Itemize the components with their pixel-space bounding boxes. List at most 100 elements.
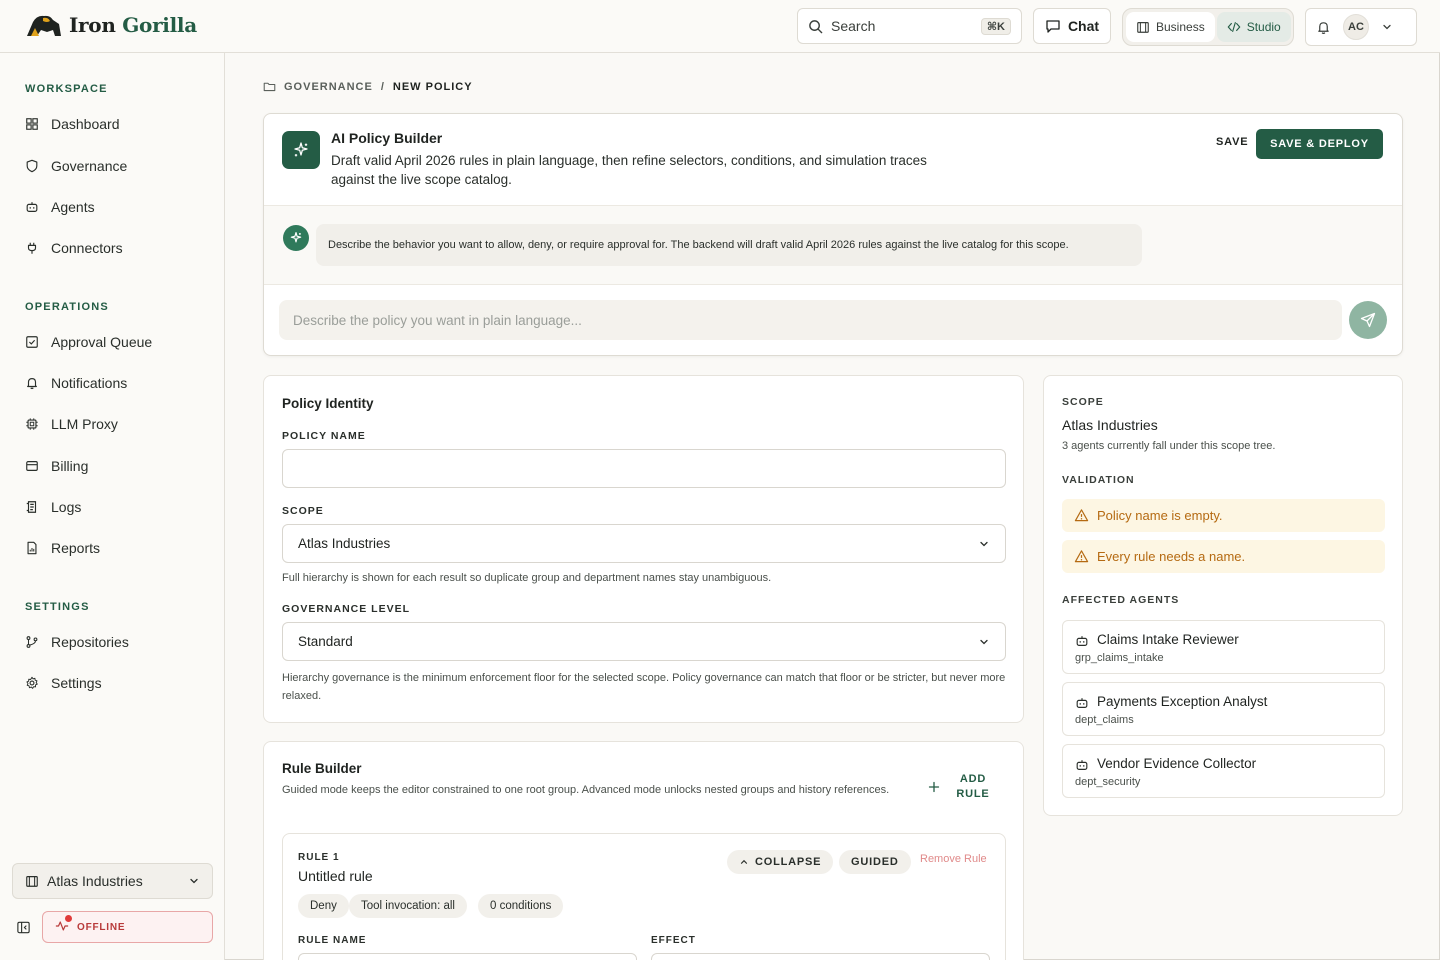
sidebar-item-connectors[interactable]: Connectors bbox=[25, 238, 123, 258]
selector-pill: Tool invocation: all bbox=[349, 894, 467, 918]
agent-id: dept_security bbox=[1075, 776, 1141, 788]
scope-heading: SCOPE bbox=[1062, 396, 1104, 408]
sidebar-item-billing[interactable]: Billing bbox=[25, 456, 88, 476]
builder-conversation: Describe the behavior you want to allow,… bbox=[264, 206, 1402, 285]
remove-rule-button[interactable]: Remove Rule bbox=[920, 853, 987, 865]
agent-id: dept_claims bbox=[1075, 714, 1134, 726]
add-rule-button[interactable]: ADD RULE bbox=[928, 772, 990, 802]
sidebar-item-approval-queue[interactable]: Approval Queue bbox=[25, 332, 152, 352]
add-rule-label: ADD RULE bbox=[956, 773, 990, 800]
agent-list-item[interactable]: Claims Intake Reviewer grp_claims_intake bbox=[1062, 620, 1385, 674]
breadcrumb-separator: / bbox=[380, 80, 385, 93]
brand-name: Iron Gorilla bbox=[69, 13, 197, 37]
breadcrumb: GOVERNANCE / NEW POLICY bbox=[263, 80, 473, 93]
save-deploy-button[interactable]: SAVE & DEPLOY bbox=[1256, 129, 1383, 159]
builder-description: Draft valid April 2026 rules in plain la… bbox=[331, 153, 927, 187]
avatar[interactable]: AC bbox=[1343, 14, 1369, 40]
mode-business-option[interactable]: Business bbox=[1126, 12, 1215, 42]
scope-help: Full hierarchy is shown for each result … bbox=[282, 572, 772, 584]
chat-label: Chat bbox=[1067, 18, 1100, 34]
sidebar-collapse-icon[interactable] bbox=[16, 920, 31, 935]
sidebar-item-label: Reports bbox=[51, 540, 101, 556]
gorilla-icon bbox=[27, 15, 61, 37]
sidebar-item-label: Dashboard bbox=[51, 116, 120, 132]
affected-agents-heading: AFFECTED AGENTS bbox=[1062, 594, 1180, 606]
sparkle-icon bbox=[283, 225, 309, 251]
check-square-icon bbox=[26, 336, 38, 348]
builder-header: AI Policy Builder Draft valid April 2026… bbox=[264, 114, 1402, 206]
wallet-icon bbox=[26, 461, 38, 471]
status-label: OFFLINE bbox=[77, 921, 126, 933]
bell-icon bbox=[27, 378, 37, 390]
user-menu[interactable]: AC bbox=[1305, 8, 1417, 46]
sidebar-item-repositories[interactable]: Repositories bbox=[25, 632, 129, 652]
sidebar-item-reports[interactable]: Reports bbox=[25, 538, 100, 558]
agent-name: Claims Intake Reviewer bbox=[1097, 632, 1239, 647]
shield-icon bbox=[26, 159, 38, 173]
connection-status-badge[interactable]: OFFLINE bbox=[42, 911, 213, 943]
sidebar-item-llm-proxy[interactable]: LLM Proxy bbox=[25, 414, 118, 434]
send-button[interactable] bbox=[1349, 301, 1387, 339]
chevron-down-icon bbox=[190, 878, 198, 884]
bot-icon bbox=[26, 202, 38, 212]
sidebar-item-label: Logs bbox=[51, 499, 82, 515]
brand-logo[interactable]: Iron Gorilla bbox=[25, 12, 197, 38]
dashboard-icon bbox=[26, 118, 38, 130]
sidebar-item-settings[interactable]: Settings bbox=[25, 673, 102, 693]
scope-name: Atlas Industries bbox=[1062, 417, 1158, 433]
effect-select[interactable] bbox=[651, 953, 990, 960]
effect-label: EFFECT bbox=[651, 935, 696, 946]
bell-icon[interactable] bbox=[1316, 20, 1331, 35]
sidebar-item-label: Settings bbox=[51, 675, 102, 691]
send-icon bbox=[1360, 312, 1376, 328]
warning-icon bbox=[1074, 550, 1089, 563]
section-title: Rule Builder bbox=[282, 761, 362, 776]
sidebar-item-agents[interactable]: Agents bbox=[25, 197, 95, 217]
effect-pill: Deny bbox=[298, 894, 349, 918]
sparkle-icon bbox=[282, 131, 320, 169]
sidebar-item-label: LLM Proxy bbox=[51, 416, 118, 432]
breadcrumb-governance[interactable]: GOVERNANCE bbox=[284, 81, 373, 93]
folder-icon bbox=[263, 82, 276, 92]
sidebar-section-settings: SETTINGS bbox=[25, 601, 90, 613]
agent-list-item[interactable]: Payments Exception Analyst dept_claims bbox=[1062, 682, 1385, 736]
rule-builder-card: Rule Builder Guided mode keeps the edito… bbox=[263, 741, 1024, 960]
scope-label: SCOPE bbox=[282, 505, 324, 517]
org-switcher[interactable]: Atlas Industries bbox=[12, 863, 213, 899]
sidebar-item-logs[interactable]: Logs bbox=[25, 497, 81, 517]
sidebar-section-workspace: WORKSPACE bbox=[25, 83, 108, 95]
mode-studio-option[interactable]: Studio bbox=[1216, 12, 1291, 42]
search-box[interactable]: Search ⌘K bbox=[797, 8, 1022, 44]
mode-studio-label: Studio bbox=[1246, 20, 1281, 34]
save-button[interactable]: SAVE bbox=[1216, 136, 1248, 148]
chevron-down-icon bbox=[980, 541, 988, 546]
chat-icon bbox=[1046, 20, 1060, 33]
building-icon bbox=[26, 876, 38, 887]
search-icon bbox=[809, 19, 823, 33]
validation-heading: VALIDATION bbox=[1062, 474, 1135, 486]
sidebar-item-governance[interactable]: Governance bbox=[25, 156, 127, 176]
chevron-down-icon[interactable] bbox=[1381, 21, 1393, 33]
sidebar-item-dashboard[interactable]: Dashboard bbox=[25, 114, 120, 134]
rule-number: RULE 1 bbox=[298, 852, 340, 863]
scope-select[interactable]: Atlas Industries bbox=[282, 524, 1006, 563]
search-shortcut: ⌘K bbox=[980, 17, 1011, 35]
chat-button[interactable]: Chat bbox=[1033, 8, 1111, 44]
mode-business-label: Business bbox=[1156, 20, 1205, 34]
collapse-label: COLLAPSE bbox=[755, 856, 822, 868]
governance-level-select[interactable]: Standard bbox=[282, 622, 1006, 661]
bot-icon bbox=[1076, 760, 1088, 770]
sidebar-item-label: Repositories bbox=[51, 634, 129, 650]
collapse-button[interactable]: COLLAPSE bbox=[727, 850, 834, 874]
rule-name-input[interactable] bbox=[298, 953, 637, 960]
agent-list-item[interactable]: Vendor Evidence Collector dept_security bbox=[1062, 744, 1385, 798]
sidebar-item-notifications[interactable]: Notifications bbox=[25, 373, 127, 393]
file-chart-icon bbox=[27, 541, 37, 555]
policy-name-input[interactable] bbox=[282, 449, 1006, 488]
policy-prompt-input[interactable] bbox=[279, 300, 1342, 340]
conditions-pill: 0 conditions bbox=[478, 894, 564, 918]
rule-item: RULE 1 Untitled rule COLLAPSE GUIDED Rem… bbox=[282, 833, 1006, 960]
code-icon bbox=[1227, 22, 1241, 32]
chip-icon bbox=[26, 418, 38, 430]
guided-mode-toggle[interactable]: GUIDED bbox=[839, 850, 911, 874]
